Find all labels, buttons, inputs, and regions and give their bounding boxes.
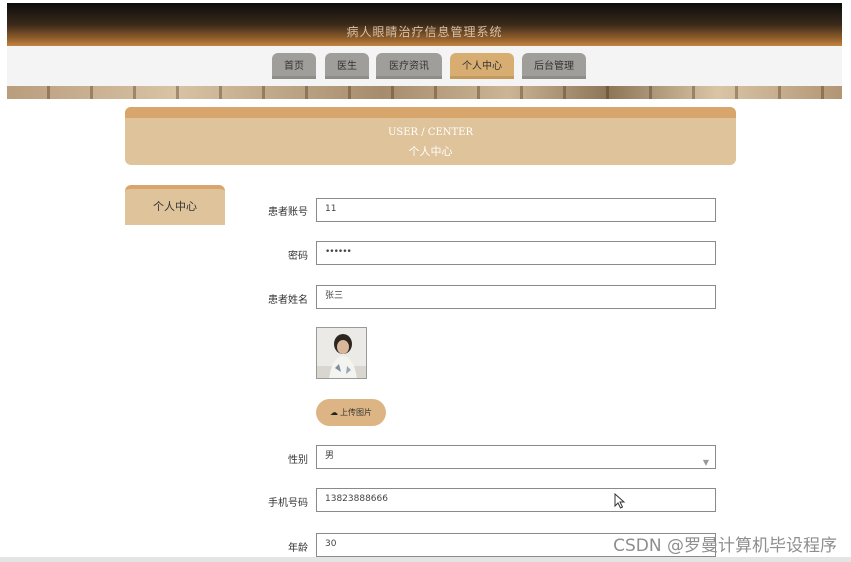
app-title: 病人眼睛治疗信息管理系统 [346, 25, 503, 39]
phone-label: 手机号码 [268, 498, 308, 509]
nav-home[interactable]: 首页 [272, 53, 316, 79]
gender-select[interactable]: 男 ▼ [316, 445, 716, 469]
header-strip [125, 107, 736, 118]
password-label: 密码 [288, 251, 308, 262]
nav-personal-center[interactable]: 个人中心 [450, 53, 514, 79]
cloud-upload-icon: ☁ [330, 408, 338, 417]
age-label: 年龄 [288, 543, 308, 554]
bottom-divider [0, 557, 851, 562]
nav-home-label: 首页 [284, 61, 304, 72]
page-header-card: USER / CENTER 个人中心 [125, 107, 736, 165]
nav-admin[interactable]: 后台管理 [522, 53, 586, 79]
gender-label: 性别 [288, 455, 308, 466]
avatar-photo-icon [317, 328, 366, 378]
upload-button-label: 上传图片 [340, 408, 372, 417]
decorative-banner-image [7, 86, 842, 99]
phone-field[interactable]: 13823888666 [316, 488, 716, 512]
gender-value: 男 [325, 451, 335, 461]
nav-doctors-label: 医生 [337, 61, 357, 72]
watermark-text: CSDN @罗曼计算机毕设程序 [613, 536, 837, 556]
chevron-down-icon: ▼ [702, 458, 709, 467]
nav-medical-news-label: 医疗资讯 [389, 61, 429, 72]
mouse-cursor-icon [614, 492, 626, 513]
page-title: 个人中心 [408, 145, 453, 158]
header-subtitle-en: USER / CENTER [387, 127, 474, 138]
sidebar-item-personal-center[interactable]: 个人中心 [125, 185, 225, 225]
avatar-image [316, 327, 367, 379]
name-label: 患者姓名 [268, 295, 308, 306]
nav-personal-center-label: 个人中心 [462, 61, 502, 72]
account-label: 患者账号 [268, 207, 308, 218]
account-field[interactable]: 11 [316, 198, 716, 222]
nav-medical-news[interactable]: 医疗资讯 [376, 53, 442, 79]
password-field[interactable]: •••••• [316, 241, 716, 265]
upload-image-button[interactable]: ☁ 上传图片 [316, 399, 386, 426]
top-banner: 病人眼睛治疗信息管理系统 [7, 3, 842, 46]
nav-admin-label: 后台管理 [534, 61, 574, 72]
name-field[interactable]: 张三 [316, 285, 716, 309]
nav-doctors[interactable]: 医生 [325, 53, 369, 79]
main-nav: 首页 医生 医疗资讯 个人中心 后台管理 [7, 46, 842, 87]
